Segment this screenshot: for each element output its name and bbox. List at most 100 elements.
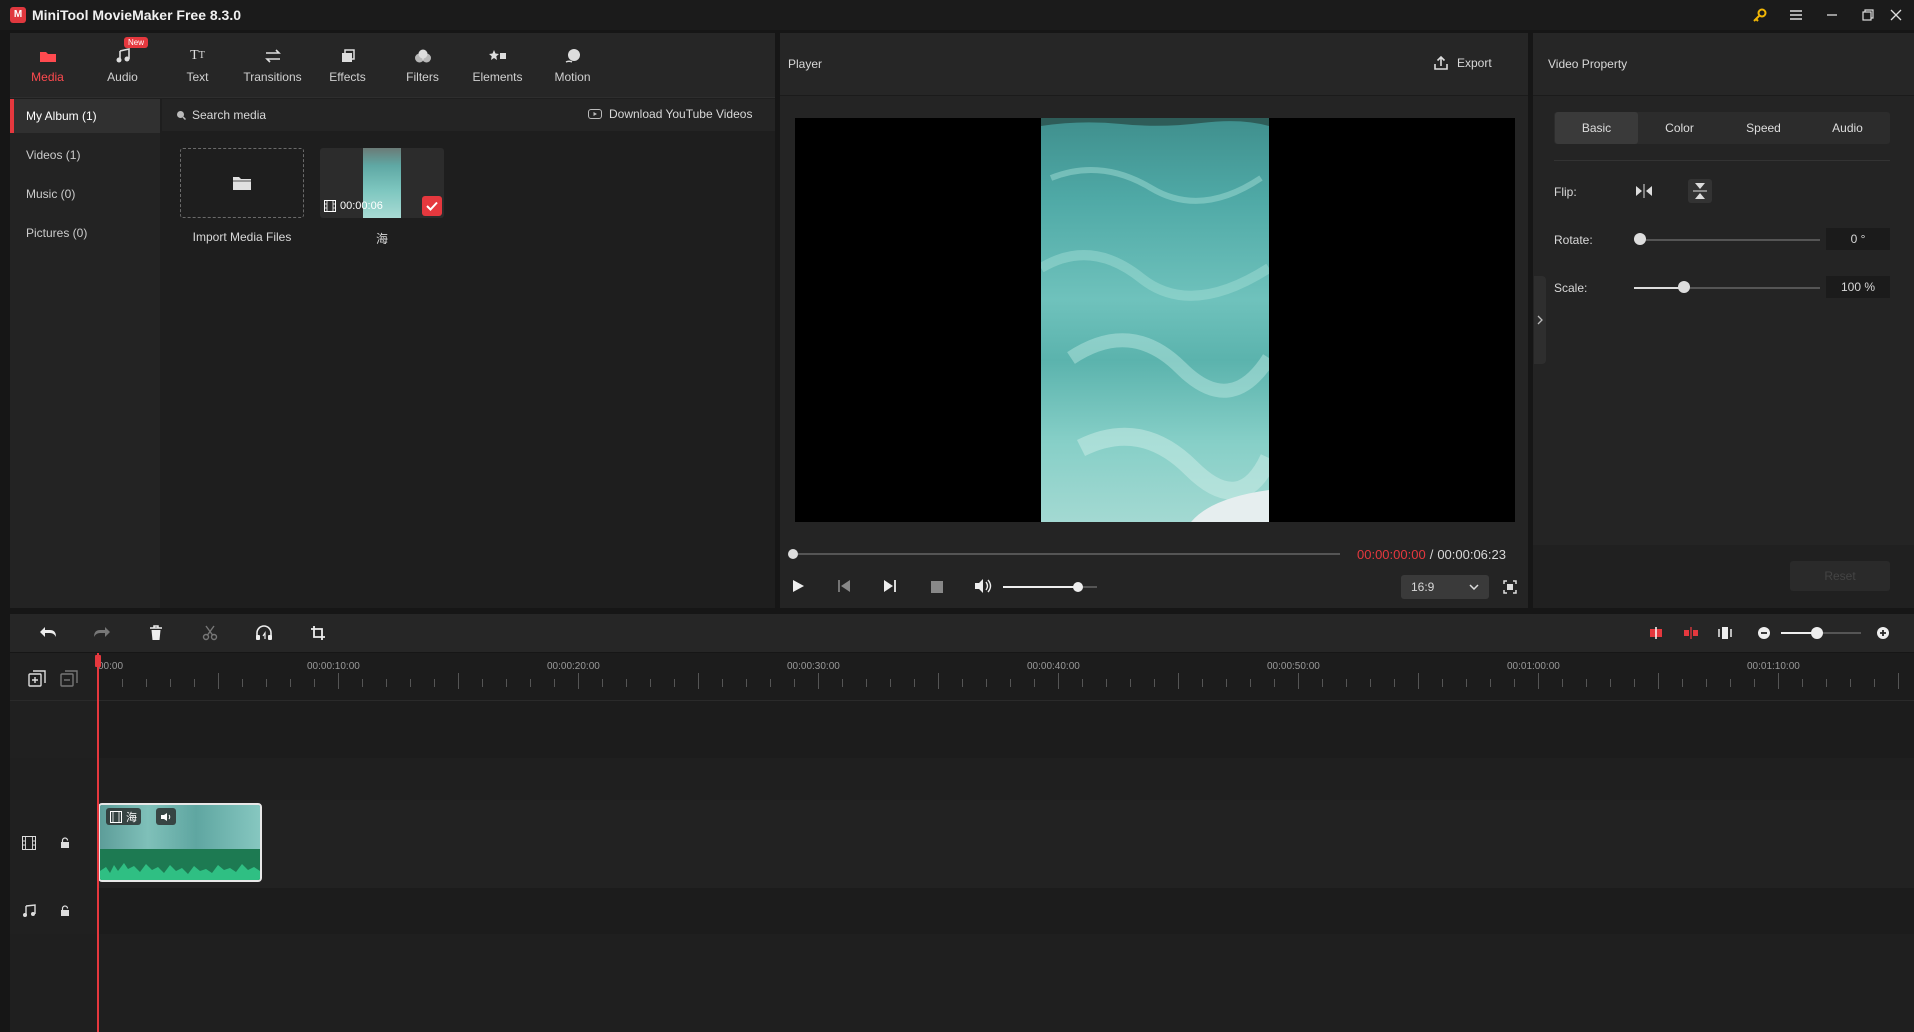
delete-button[interactable] [143,620,169,646]
export-button[interactable]: Export [1433,55,1492,71]
tab-audio[interactable]: Audio [85,33,160,98]
film-icon [324,200,336,212]
playhead[interactable] [97,653,99,1032]
film-icon [110,810,122,823]
tab-motion[interactable]: Motion [535,33,610,98]
clip-audio-icon[interactable] [156,808,176,825]
tab-media[interactable]: Media [10,33,85,98]
playback-progress-handle[interactable] [788,549,798,559]
sidebar-item-videos[interactable]: Videos (1) [10,138,160,172]
menu-icon[interactable] [1778,0,1814,30]
track-insert-button[interactable] [1643,620,1669,646]
ruler-tick [314,679,315,687]
tab-filters[interactable]: Filters [385,33,460,98]
undo-button[interactable] [35,620,61,646]
import-media-button[interactable] [180,148,304,218]
ruler-tick [1298,673,1299,689]
ruler-tick [1730,679,1731,687]
volume-button[interactable] [974,578,992,597]
crop-icon [311,626,325,640]
tab-basic[interactable]: Basic [1555,112,1638,144]
download-youtube-button[interactable]: Download YouTube Videos [588,107,752,121]
sidebar-item-music[interactable]: Music (0) [10,177,160,211]
export-label: Export [1457,56,1492,70]
stop-button[interactable] [930,580,944,597]
next-frame-button[interactable] [882,578,898,597]
folder-icon [38,48,58,64]
clip-added-check-icon[interactable] [422,196,442,216]
ruler-tick [1274,679,1275,687]
tab-elements-label: Elements [472,69,523,84]
ruler-label: 00:00:30:00 [787,661,840,672]
ruler-tick [266,679,267,687]
track-split-button[interactable] [1678,620,1704,646]
scale-label: Scale: [1554,281,1588,295]
zoom-out-button[interactable] [1751,620,1777,646]
ruler-tick [1562,679,1563,687]
play-button[interactable] [790,578,806,597]
panel-collapse-toggle[interactable] [1534,276,1546,364]
ruler-tick [194,679,195,687]
close-button[interactable] [1878,0,1914,30]
effects-icon [338,48,358,64]
previous-frame-button[interactable] [836,578,852,597]
timeline-video-clip[interactable]: 海 [98,803,262,882]
remove-track-button[interactable] [60,670,78,691]
audio-edit-button[interactable] [251,620,277,646]
tab-color[interactable]: Color [1638,112,1721,144]
scale-value-input[interactable]: 100 % [1826,276,1890,298]
ruler-tick [1178,673,1179,689]
app-title: MiniTool MovieMaker Free 8.3.0 [32,7,242,23]
reset-button[interactable]: Reset [1790,561,1890,591]
ruler-tick [1706,679,1707,687]
playback-progress-track[interactable] [792,553,1340,555]
ruler-tick [434,679,435,687]
download-youtube-label: Download YouTube Videos [609,107,753,121]
ruler-label: 00:00:20:00 [547,661,600,672]
zoom-out-icon [1758,627,1770,639]
tab-effects[interactable]: Effects [310,33,385,98]
zoom-slider-handle[interactable] [1811,627,1823,639]
tab-transitions[interactable]: Transitions [235,33,310,98]
tab-text[interactable]: TT Text [160,33,235,98]
rotate-value-input[interactable]: 0 ° [1826,228,1890,250]
tab-transitions-label: Transitions [243,69,302,84]
flip-vertical-button[interactable] [1688,179,1712,203]
ruler-tick [986,679,987,687]
volume-slider-fill [1003,586,1079,588]
key-icon[interactable] [1742,0,1778,30]
minimize-button[interactable] [1814,0,1850,30]
fullscreen-button[interactable] [1503,580,1517,597]
scale-slider-track[interactable] [1634,287,1820,289]
fit-to-timeline-button[interactable] [1712,620,1738,646]
zoom-in-button[interactable] [1870,620,1896,646]
audio-track-lock-icon[interactable] [60,905,70,920]
aspect-ratio-select[interactable]: 16:9 [1401,575,1489,599]
tab-elements[interactable]: Elements [460,33,535,98]
trash-icon [150,625,162,640]
search-media-input[interactable]: Search media [176,108,266,122]
ruler-tick [1466,679,1467,687]
ruler-tick [122,679,123,687]
ruler-label: 00:01:00:00 [1507,661,1560,672]
rotate-slider-track[interactable] [1634,239,1820,241]
flip-horizontal-button[interactable] [1632,179,1656,203]
clip-duration: 00:00:06 [340,200,383,212]
redo-button[interactable] [89,620,115,646]
tab-effects-label: Effects [329,69,366,84]
ruler-tick [698,673,699,689]
flip-horizontal-icon [1636,184,1652,198]
crop-button[interactable] [305,620,331,646]
split-button[interactable] [197,620,223,646]
export-icon [1434,55,1448,70]
rotate-slider-handle[interactable] [1634,233,1646,245]
tab-audio-property[interactable]: Audio [1806,112,1889,144]
sidebar-item-my-album[interactable]: My Album (1) [10,99,160,133]
video-track-lock-icon[interactable] [60,837,70,852]
sidebar-item-pictures[interactable]: Pictures (0) [10,216,160,250]
add-track-button[interactable] [28,670,46,691]
ruler-tick [818,673,819,689]
ruler-tick [554,679,555,687]
playhead-handle[interactable] [95,655,101,667]
tab-speed[interactable]: Speed [1722,112,1805,144]
